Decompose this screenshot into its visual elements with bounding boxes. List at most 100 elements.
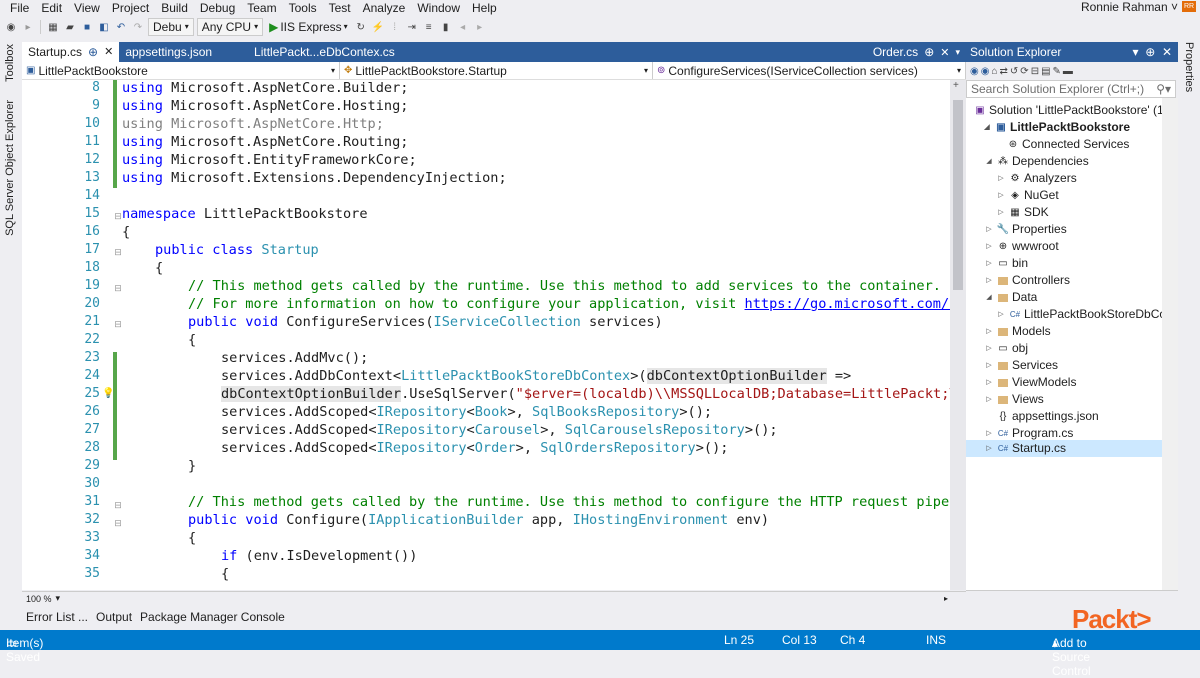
- menu-tools[interactable]: Tools: [283, 1, 323, 15]
- menu-help[interactable]: Help: [466, 1, 503, 15]
- collapse-icon[interactable]: ⊟: [113, 283, 123, 294]
- member-dropdown[interactable]: ⊚ ConfigureServices(IServiceCollection se…: [653, 62, 966, 79]
- expanded-arrow-icon[interactable]: ◢: [984, 289, 994, 306]
- back-icon[interactable]: ◉: [970, 66, 979, 77]
- sync-icon[interactable]: ⇄: [1000, 66, 1008, 77]
- back-icon[interactable]: ◉: [4, 20, 18, 34]
- menu-team[interactable]: Team: [241, 1, 282, 15]
- menu-window[interactable]: Window: [411, 1, 466, 15]
- tree-item-data[interactable]: ◢ Data: [984, 289, 1037, 306]
- forward-icon[interactable]: ▸: [21, 20, 35, 34]
- tree-item-wwwroot[interactable]: ▷ ⊕ wwwroot: [984, 238, 1058, 255]
- run-button[interactable]: ▶ IIS Express ▾: [266, 18, 351, 36]
- comment-icon[interactable]: ≡: [422, 20, 436, 34]
- tree-item-bin[interactable]: ▷ ▭ bin: [984, 255, 1028, 272]
- bookmark-prev-icon[interactable]: ◂: [456, 20, 470, 34]
- dropdown-icon[interactable]: ▾: [1133, 45, 1139, 59]
- collapsed-arrow-icon[interactable]: ▷: [984, 391, 994, 408]
- tree-item-viewmodels[interactable]: ▷ ViewModels: [984, 374, 1076, 391]
- properties-icon[interactable]: ✎: [1053, 66, 1061, 77]
- collapsed-arrow-icon[interactable]: ▷: [984, 255, 994, 272]
- tree-item-views[interactable]: ▷ Views: [984, 391, 1044, 408]
- browser-link-icon[interactable]: ⚡: [371, 20, 385, 34]
- tree-item-dbcontext[interactable]: ▷ C# LittlePacktBookStoreDbConte: [996, 306, 1178, 323]
- vertical-scrollbar[interactable]: +: [950, 80, 966, 590]
- bookmark-icon[interactable]: ▮: [439, 20, 453, 34]
- collapsed-arrow-icon[interactable]: ▷: [996, 204, 1006, 221]
- menu-analyze[interactable]: Analyze: [357, 1, 412, 15]
- tab-error-list[interactable]: Error List ...: [22, 608, 92, 626]
- pin-icon[interactable]: ⊕: [1145, 45, 1155, 59]
- chevron-down-icon[interactable]: ▾: [56, 593, 61, 604]
- home-icon[interactable]: ⌂: [991, 66, 997, 77]
- collapsed-arrow-icon[interactable]: ▷: [984, 238, 994, 255]
- undo-icon[interactable]: ↶: [114, 20, 128, 34]
- tab-package-manager-console[interactable]: Package Manager Console: [136, 608, 289, 626]
- menu-project[interactable]: Project: [106, 1, 155, 15]
- open-file-icon[interactable]: ▰: [63, 20, 77, 34]
- collapsed-arrow-icon[interactable]: ▷: [984, 323, 994, 340]
- close-icon[interactable]: ✕: [940, 46, 949, 59]
- user-avatar[interactable]: RR: [1182, 1, 1196, 12]
- tree-item-project[interactable]: ◢ ▣ LittlePacktBookstore: [982, 119, 1130, 136]
- search-icon[interactable]: ⚲▾: [1156, 81, 1171, 97]
- tab-output[interactable]: Output: [92, 608, 136, 626]
- close-icon[interactable]: ✕: [104, 42, 113, 62]
- indent-icon[interactable]: ⇥: [405, 20, 419, 34]
- scrollbar-thumb[interactable]: [953, 100, 963, 290]
- tree-item-services[interactable]: ▷ Services: [984, 357, 1058, 374]
- solution-explorer-scrollbar[interactable]: [1162, 98, 1178, 590]
- platform-dropdown[interactable]: Any CPU ▾: [196, 18, 264, 36]
- refresh-icon[interactable]: ↻: [354, 20, 368, 34]
- pin-icon[interactable]: ⊕: [924, 45, 934, 59]
- add-icon[interactable]: +: [953, 80, 959, 91]
- collapsed-arrow-icon[interactable]: ▷: [996, 306, 1006, 323]
- tree-item-appsettings[interactable]: {} appsettings.json: [984, 408, 1099, 425]
- tree-item-sdk[interactable]: ▷ ▦ SDK: [996, 204, 1048, 221]
- solution-explorer-search[interactable]: Search Solution Explorer (Ctrl+;) ⚲▾: [966, 80, 1176, 98]
- menu-debug[interactable]: Debug: [194, 1, 241, 15]
- collapsed-arrow-icon[interactable]: ▷: [984, 221, 994, 238]
- menu-file[interactable]: File: [4, 1, 35, 15]
- tab-list-icon[interactable]: ▾: [955, 47, 960, 58]
- save-all-icon[interactable]: ◧: [97, 20, 111, 34]
- tree-item-startup[interactable]: ▷ C# Startup.cs: [966, 440, 1178, 457]
- refresh-icon[interactable]: ⟳: [1020, 66, 1028, 77]
- collapsed-arrow-icon[interactable]: ▷: [984, 440, 994, 457]
- collapsed-arrow-icon[interactable]: ▷: [984, 357, 994, 374]
- history-icon[interactable]: ↺: [1010, 66, 1018, 77]
- configuration-dropdown[interactable]: Debu ▾: [148, 18, 194, 36]
- expanded-arrow-icon[interactable]: ◢: [982, 119, 992, 136]
- project-dropdown[interactable]: ▣ LittlePacktBookstore ▾: [22, 62, 340, 79]
- collapsed-arrow-icon[interactable]: ▷: [984, 272, 994, 289]
- expanded-arrow-icon[interactable]: ◢: [984, 153, 994, 170]
- menu-view[interactable]: View: [68, 1, 106, 15]
- code-editor[interactable]: 8 9 10 11 12 13 14 15 16 17 18 19 20 21 22 23 24 25 26 27 28…: [22, 80, 966, 590]
- lightbulb-icon[interactable]: 💡: [102, 388, 114, 399]
- menu-build[interactable]: Build: [155, 1, 194, 15]
- docs-link[interactable]: https://go.microsoft.com/fwli: [745, 296, 966, 312]
- collapse-icon[interactable]: ⊟: [113, 247, 123, 258]
- tree-item-nuget[interactable]: ▷ ◈ NuGet: [996, 187, 1058, 204]
- user-account[interactable]: Ronnie Rahman ˅: [1081, 0, 1178, 16]
- pin-icon[interactable]: ⊕: [88, 42, 98, 62]
- menu-edit[interactable]: Edit: [35, 1, 68, 15]
- tab-dbcontext[interactable]: LittlePackt...eDbContex.cs: [248, 42, 401, 62]
- tree-item-obj[interactable]: ▷ ▭ obj: [984, 340, 1028, 357]
- menu-test[interactable]: Test: [323, 1, 357, 15]
- preview-icon[interactable]: ▬: [1063, 66, 1073, 77]
- tree-item-properties[interactable]: ▷ 🔧 Properties: [984, 221, 1066, 238]
- tree-item-dependencies[interactable]: ◢ ⁂ Dependencies: [982, 153, 1088, 170]
- show-all-files-icon[interactable]: ▤: [1041, 66, 1050, 77]
- tree-item-solution[interactable]: ▣ Solution 'LittlePacktBookstore' (1 pr: [974, 102, 1177, 119]
- tree-item-controllers[interactable]: ▷ Controllers: [984, 272, 1070, 289]
- collapsed-arrow-icon[interactable]: ▷: [984, 374, 994, 391]
- new-project-icon[interactable]: ▦: [46, 20, 60, 34]
- close-icon[interactable]: ✕: [1162, 45, 1172, 59]
- collapsed-arrow-icon[interactable]: ▷: [996, 187, 1006, 204]
- tree-item-connected-services[interactable]: ⊛ Connected Services: [994, 136, 1130, 153]
- sql-server-object-explorer-tab[interactable]: SQL Server Object Explorer: [4, 100, 16, 236]
- class-dropdown[interactable]: ✥ LittlePacktBookstore.Startup ▾: [340, 62, 653, 79]
- collapse-all-icon[interactable]: ⊟: [1031, 66, 1039, 77]
- toolbox-tab[interactable]: Toolbox: [4, 44, 16, 82]
